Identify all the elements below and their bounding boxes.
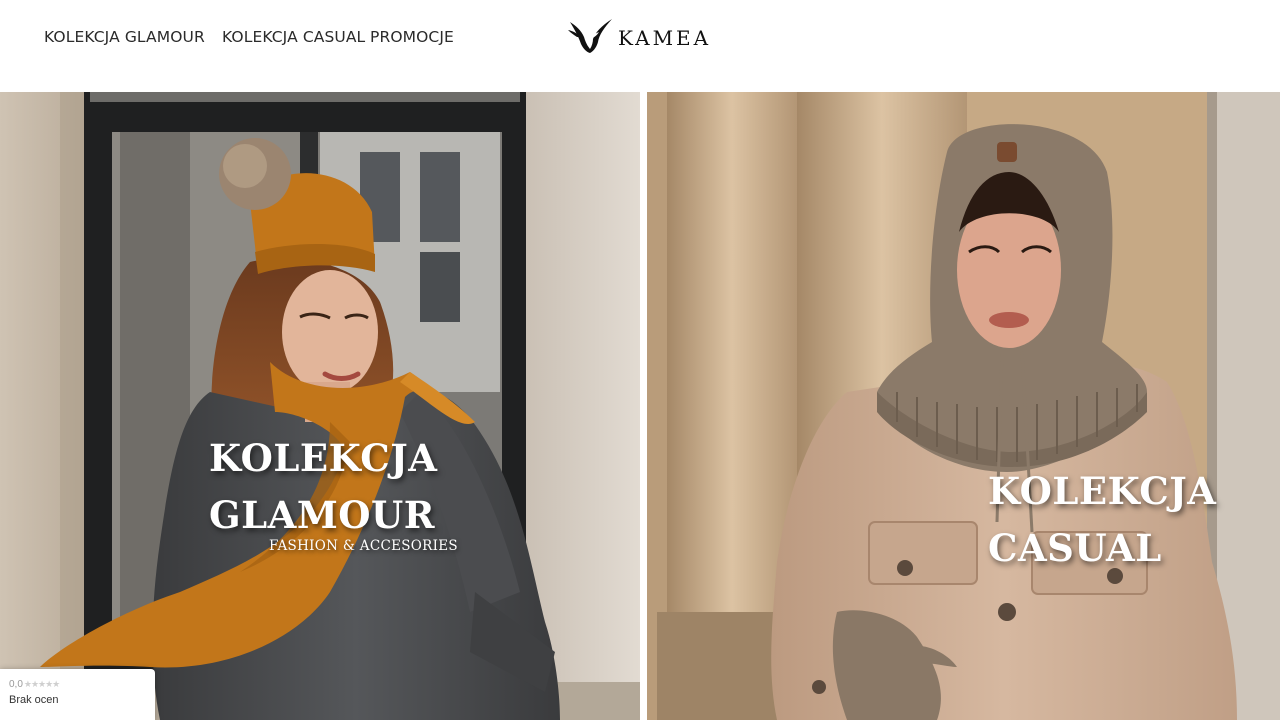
glamour-title-line2: GLAMOUR [209, 493, 436, 537]
site-header: KOLEKCJA GLAMOUR KOLEKCJA CASUAL PROMOCJ… [0, 0, 1280, 92]
hero-casual-collection[interactable]: KOLEKCJA CASUAL [647, 92, 1280, 720]
nav-link-kolekcja-glamour[interactable]: KOLEKCJA GLAMOUR [44, 28, 205, 46]
rating-label: Brak ocen [9, 694, 59, 706]
casual-title-line1: KOLEKCJA [988, 469, 1217, 513]
rating-stars-icon: ★★★★★ [23, 679, 60, 689]
brand-name: KAMEA [618, 26, 712, 50]
casual-title-line2: CASUAL [988, 526, 1162, 570]
casual-title: KOLEKCJA CASUAL [988, 463, 1216, 577]
rating-widget[interactable]: 0,0 ★★★★★ Brak ocen [0, 669, 155, 720]
hero-casual-photo [647, 92, 1280, 720]
swallow-bird-icon [568, 19, 612, 53]
hero-glamour-photo [0, 92, 640, 720]
nav-link-kolekcja-casual[interactable]: KOLEKCJA CASUAL [222, 28, 365, 46]
brand-logo[interactable]: KAMEA [568, 17, 711, 55]
glamour-title-line1: KOLEKCJA [209, 436, 438, 480]
glamour-subtitle: FASHION & ACCESORIES [269, 538, 458, 554]
rating-score-row: 0,0 ★★★★★ [9, 679, 146, 690]
glamour-title: KOLEKCJA GLAMOUR [209, 430, 437, 544]
hero-glamour-collection[interactable]: KOLEKCJA GLAMOUR FASHION & ACCESORIES [0, 92, 640, 720]
rating-score: 0,0 [9, 679, 23, 690]
nav-link-promocje[interactable]: PROMOCJE [370, 28, 454, 46]
